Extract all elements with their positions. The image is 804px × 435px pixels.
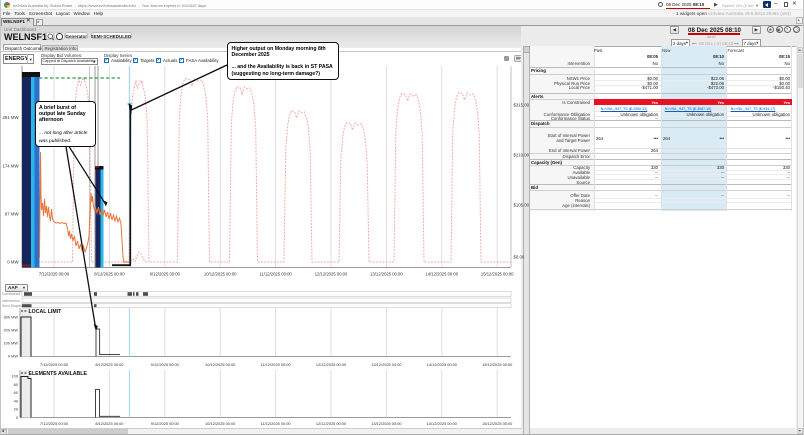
svg-text:14/12/2025 00:00: 14/12/2025 00:00 [425, 272, 458, 277]
svg-text:8/12/2025 00:00: 8/12/2025 00:00 [95, 362, 124, 367]
svg-text:LOCAL LIMIT: LOCAL LIMIT [29, 309, 63, 315]
svg-text:12/12/2025 00:00: 12/12/2025 00:00 [316, 362, 347, 367]
svg-text:261 MW: 261 MW [3, 115, 20, 120]
svg-text:80: 80 [14, 382, 19, 387]
svg-text:87 MW: 87 MW [5, 212, 20, 217]
svg-text:0 MW: 0 MW [8, 354, 18, 359]
svg-text:9/12/2025 00:00: 9/12/2025 00:00 [150, 272, 181, 277]
svg-text:100: 100 [12, 374, 19, 379]
svg-text:200 MW: 200 MW [4, 328, 19, 333]
svg-text:9/12/2025 00:00: 9/12/2025 00:00 [151, 362, 180, 367]
svg-text:20: 20 [14, 407, 19, 412]
svg-text:11/12/2025 00:00: 11/12/2025 00:00 [261, 362, 292, 367]
svg-text:$0.00: $0.00 [514, 255, 525, 260]
svg-text:9/12/2025 00:00: 9/12/2025 00:00 [151, 421, 180, 426]
svg-text:15/12/2025 00:00: 15/12/2025 00:00 [481, 272, 514, 277]
svg-text:15/12/2025 00:00: 15/12/2025 00:00 [482, 421, 513, 426]
svg-text:14/12/2025 00:00: 14/12/2025 00:00 [427, 362, 458, 367]
svg-text:100 MW: 100 MW [4, 341, 19, 346]
svg-text:ELEMENTS AVAILABLE: ELEMENTS AVAILABLE [29, 371, 88, 377]
svg-text:0: 0 [16, 415, 19, 420]
svg-text:8/12/2025 00:00: 8/12/2025 00:00 [95, 421, 124, 426]
svg-text:13/12/2025 00:00: 13/12/2025 00:00 [371, 421, 402, 426]
svg-text:11/12/2025 00:00: 11/12/2025 00:00 [259, 272, 292, 277]
svg-text:13/12/2025 00:00: 13/12/2025 00:00 [371, 362, 402, 367]
svg-text:15/12/2025 00:00: 15/12/2025 00:00 [482, 362, 513, 367]
svg-text:10/12/2025 00:00: 10/12/2025 00:00 [204, 272, 237, 277]
svg-text:174 MW: 174 MW [3, 164, 20, 169]
svg-text:10/12/2025 00:00: 10/12/2025 00:00 [205, 421, 236, 426]
svg-text:60: 60 [14, 390, 19, 395]
svg-text:12/12/2025 00:00: 12/12/2025 00:00 [315, 272, 348, 277]
svg-text:0 MW: 0 MW [7, 260, 19, 265]
svg-text:14/12/2025 00:00: 14/12/2025 00:00 [427, 421, 458, 426]
svg-text:40: 40 [14, 398, 19, 403]
svg-text:300 MW: 300 MW [4, 315, 19, 320]
svg-text:11/12/2025 00:00: 11/12/2025 00:00 [261, 421, 292, 426]
svg-text:8/12/2025 00:00: 8/12/2025 00:00 [94, 272, 125, 277]
svg-text:12/12/2025 00:00: 12/12/2025 00:00 [316, 421, 347, 426]
svg-text:7/12/2025 00:00: 7/12/2025 00:00 [39, 272, 70, 277]
svg-text:13/12/2025 00:00: 13/12/2025 00:00 [370, 272, 403, 277]
svg-text:7/12/2025 00:00: 7/12/2025 00:00 [40, 362, 69, 367]
svg-text:7/12/2025 00:00: 7/12/2025 00:00 [40, 421, 69, 426]
svg-text:10/12/2025 00:00: 10/12/2025 00:00 [205, 362, 236, 367]
